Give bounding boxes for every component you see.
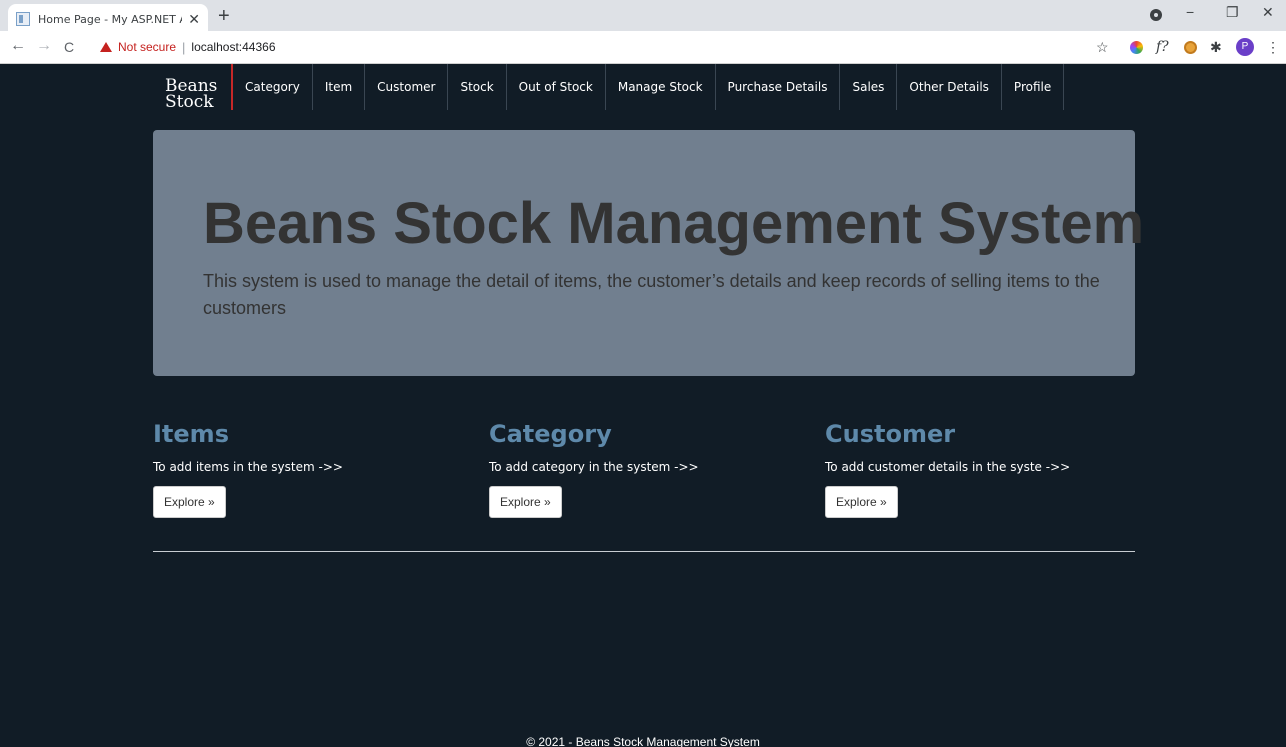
page-favicon-icon	[16, 12, 30, 26]
cookie-extension-icon[interactable]	[1184, 41, 1197, 54]
brand-line-2: Stock	[165, 92, 214, 112]
browser-toolbar: ← → C Not secure | localhost:44366 ☆ f? …	[0, 31, 1286, 64]
nav-item-sales[interactable]: Sales	[840, 64, 898, 110]
customer-explore-button[interactable]: Explore »	[825, 486, 898, 518]
nav-item-manage-stock[interactable]: Manage Stock	[606, 64, 716, 110]
customer-heading: Customer	[825, 420, 956, 448]
security-status[interactable]: Not secure	[118, 40, 176, 54]
browser-profile-icon[interactable]	[1150, 9, 1162, 21]
site-navbar: Beans Stock Category Item Customer Stock…	[153, 64, 1065, 112]
divider	[153, 551, 1135, 552]
items-text: To add items in the system ->>	[153, 460, 343, 474]
nav-item-stock[interactable]: Stock	[448, 64, 507, 110]
items-explore-button[interactable]: Explore »	[153, 486, 226, 518]
reload-icon[interactable]: C	[64, 39, 74, 55]
nav-item-purchase-details[interactable]: Purchase Details	[716, 64, 841, 110]
address-separator: |	[182, 39, 186, 55]
tab-close-icon[interactable]: ✕	[188, 11, 200, 28]
category-heading: Category	[489, 420, 612, 448]
items-section: Items To add items in the system ->> Exp…	[153, 420, 473, 518]
url-text[interactable]: localhost:44366	[191, 40, 275, 54]
window-close-icon[interactable]: ✕	[1262, 4, 1274, 21]
restore-icon[interactable]: ❐	[1226, 4, 1239, 21]
category-text: To add category in the system ->>	[489, 460, 699, 474]
hero-jumbotron: Beans Stock Management System This syste…	[153, 130, 1144, 376]
page-title: Beans Stock Management System	[203, 191, 1145, 256]
customer-section: Customer To add customer details in the …	[825, 420, 1145, 518]
forward-icon[interactable]: →	[36, 37, 52, 55]
profile-avatar[interactable]: P	[1236, 38, 1254, 56]
nav-item-customer[interactable]: Customer	[365, 64, 449, 110]
color-extension-icon[interactable]	[1130, 41, 1143, 54]
formula-extension-icon[interactable]: f?	[1156, 39, 1169, 55]
browser-menu-icon[interactable]: ⋮	[1266, 39, 1280, 56]
minimize-icon[interactable]: −	[1186, 4, 1194, 20]
new-tab-icon[interactable]: +	[218, 6, 230, 26]
back-icon[interactable]: ←	[10, 37, 26, 55]
bookmark-star-icon[interactable]: ☆	[1096, 39, 1109, 56]
category-section: Category To add category in the system -…	[489, 420, 809, 518]
warning-icon	[100, 42, 112, 52]
brand-logo[interactable]: Beans Stock	[153, 64, 233, 112]
nav-item-item[interactable]: Item	[313, 64, 366, 110]
tab-title: Home Page - My ASP.NET Applic	[38, 12, 182, 26]
page-description: This system is used to manage the detail…	[203, 271, 1100, 318]
address-bar[interactable]: Not secure | localhost:44366	[90, 34, 1120, 60]
browser-tab-strip: Home Page - My ASP.NET Applic ✕ + − ❐ ✕	[0, 0, 1286, 34]
category-explore-button[interactable]: Explore »	[489, 486, 562, 518]
items-heading: Items	[153, 420, 229, 448]
nav-item-profile[interactable]: Profile	[1002, 64, 1065, 110]
footer-copyright: © 2021 - Beans Stock Management System	[526, 735, 760, 747]
nav-item-category[interactable]: Category	[233, 64, 313, 110]
nav-item-out-of-stock[interactable]: Out of Stock	[507, 64, 606, 110]
customer-text: To add customer details in the syste ->>	[825, 460, 1071, 474]
nav-item-other-details[interactable]: Other Details	[897, 64, 1002, 110]
extensions-puzzle-icon[interactable]: ✱	[1210, 39, 1222, 56]
browser-tab[interactable]: Home Page - My ASP.NET Applic ✕	[8, 4, 208, 34]
